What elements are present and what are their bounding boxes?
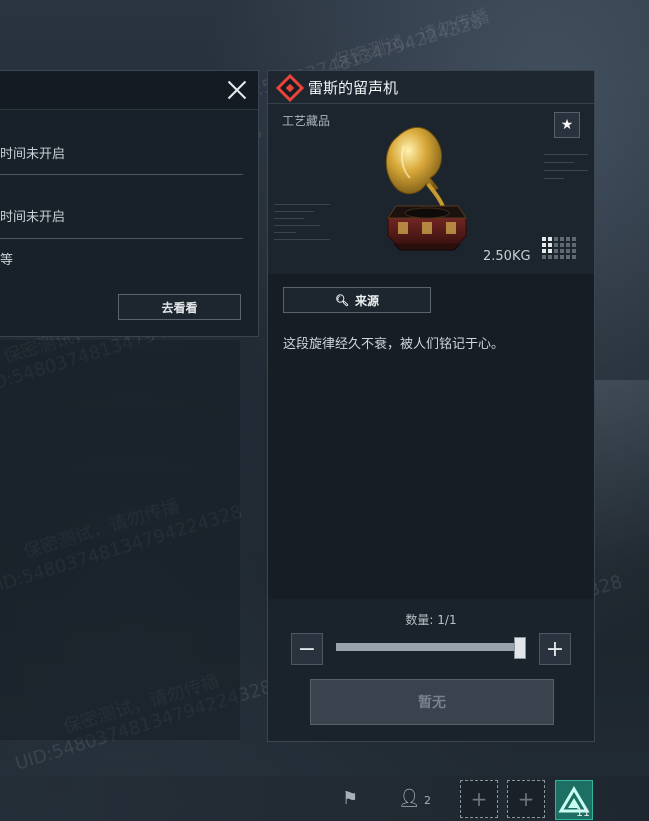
- quantity-slider[interactable]: [336, 643, 524, 651]
- event-panel: 时间未开启 时间未开启 等 去看看: [0, 70, 259, 337]
- decrease-button[interactable]: −: [291, 633, 323, 665]
- go-see-button[interactable]: 去看看: [118, 294, 241, 320]
- watermark: 保密测试，请勿传播: [330, 5, 492, 74]
- triangle-button[interactable]: 11: [555, 780, 593, 820]
- quantity-label: 数量: 1/1: [405, 613, 457, 627]
- item-name: 雷斯的留声机: [308, 79, 399, 97]
- event-status-3: 等: [0, 253, 14, 268]
- source-button[interactable]: 🔍︎ 来源: [283, 287, 431, 313]
- scan-decoration: [544, 154, 588, 194]
- close-icon[interactable]: [222, 75, 252, 105]
- triangle-count: 11: [576, 806, 590, 819]
- item-category: 工艺藏品: [282, 114, 331, 128]
- team-count: 2: [424, 794, 431, 807]
- flag-icon[interactable]: ⚑: [342, 788, 358, 809]
- team-icon[interactable]: 👤︎: [398, 788, 421, 809]
- event-status-1: 时间未开启: [0, 147, 66, 162]
- item-description: 这段旋律经久不衰，被人们铭记于心。: [283, 337, 505, 352]
- event-panel-header: [0, 71, 258, 110]
- gramophone-image: [385, 126, 467, 251]
- scan-decoration: [274, 204, 330, 264]
- item-image-area: 工艺藏品 ★ 2.50KG: [268, 104, 594, 274]
- action-button: 暂无: [310, 679, 554, 725]
- increase-button[interactable]: +: [539, 633, 571, 665]
- item-detail-panel: 雷斯的留声机 工艺藏品 ★ 2.50KG 🔍︎ 来源 这段旋律经久不衰，被人们铭…: [267, 70, 595, 742]
- quick-slot-1[interactable]: +: [460, 780, 498, 818]
- rarity-diamond-icon: [275, 73, 305, 103]
- event-status-2: 时间未开启: [0, 210, 66, 225]
- quantity-section: 数量: 1/1 − + 暂无: [268, 599, 594, 741]
- bottom-toolbar: [0, 776, 649, 821]
- item-weight: 2.50KG: [483, 249, 531, 264]
- divider: [0, 174, 243, 175]
- quantity-slider-thumb[interactable]: [514, 637, 526, 659]
- favorite-star-icon[interactable]: ★: [554, 112, 580, 138]
- grid-size-icon: [542, 237, 580, 259]
- source-button-label: 来源: [354, 293, 379, 308]
- quick-slot-2[interactable]: +: [507, 780, 545, 818]
- item-header: 雷斯的留声机: [268, 71, 594, 104]
- background-panel: [0, 340, 240, 740]
- search-icon: 🔍︎: [335, 293, 349, 307]
- divider: [0, 238, 243, 239]
